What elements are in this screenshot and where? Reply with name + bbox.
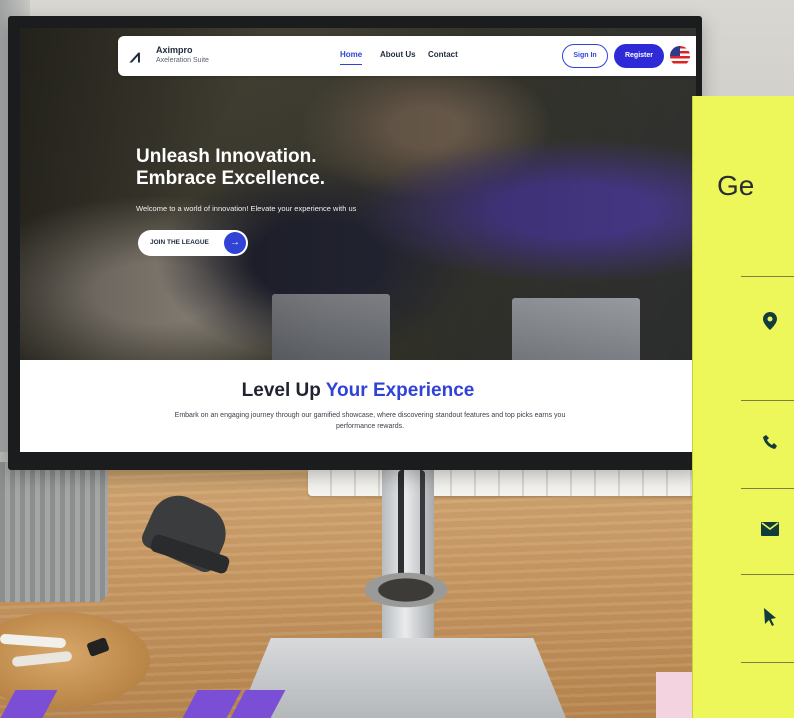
sign-in-button[interactable]: Sign In	[562, 44, 608, 68]
arrow-right-icon: →	[224, 232, 246, 254]
logo-tagline: Axeleration Suite	[156, 57, 209, 64]
desk-grommet	[358, 570, 454, 610]
section-title: Level Up Your Experience	[20, 380, 696, 402]
card-divider	[741, 276, 794, 277]
keyboard	[308, 468, 708, 496]
nav-about[interactable]: About Us	[380, 50, 416, 59]
pen-cup	[0, 462, 108, 602]
nav-home[interactable]: Home	[340, 50, 363, 65]
contact-card: Ge	[692, 96, 794, 718]
join-league-button[interactable]: JOIN THE LEAGUE →	[138, 230, 248, 256]
monitor: ⩘ Aximpro Axeleration Suite Home About U…	[8, 16, 702, 470]
section-title-part1: Level Up	[241, 380, 321, 401]
hero-title-line1: Unleash Innovation.	[136, 146, 317, 167]
register-button[interactable]: Register	[614, 44, 664, 68]
logo-name: Aximpro	[156, 45, 193, 55]
cta-label: JOIN THE LEAGUE	[150, 239, 209, 246]
card-divider	[741, 662, 794, 663]
hero-overlay	[20, 28, 696, 360]
card-divider	[741, 400, 794, 401]
map-pin-icon	[761, 312, 779, 330]
hero-subtitle: Welcome to a world of innovation! Elevat…	[136, 204, 357, 213]
card-divider	[741, 574, 794, 575]
card-divider	[741, 488, 794, 489]
nav-contact[interactable]: Contact	[428, 50, 458, 59]
logo-icon: ⩘	[130, 46, 141, 66]
site-navbar: ⩘ Aximpro Axeleration Suite Home About U…	[118, 36, 696, 76]
us-flag-icon[interactable]	[670, 46, 690, 66]
hero-title-line2: Embrace Excellence.	[136, 168, 326, 189]
section-title-part2: Your Experience	[325, 380, 475, 401]
monitor-stand-base	[238, 638, 566, 718]
cursor-icon	[761, 608, 779, 626]
pink-sticky-block	[656, 672, 696, 718]
monitor-screen: ⩘ Aximpro Axeleration Suite Home About U…	[20, 28, 696, 452]
hero-title: Unleash Innovation. Embrace Excellence.	[136, 146, 436, 190]
mail-icon	[761, 522, 779, 540]
phone-icon	[761, 434, 779, 452]
section-body: Embark on an engaging journey through ou…	[174, 412, 566, 430]
card-title: Ge	[717, 170, 755, 201]
